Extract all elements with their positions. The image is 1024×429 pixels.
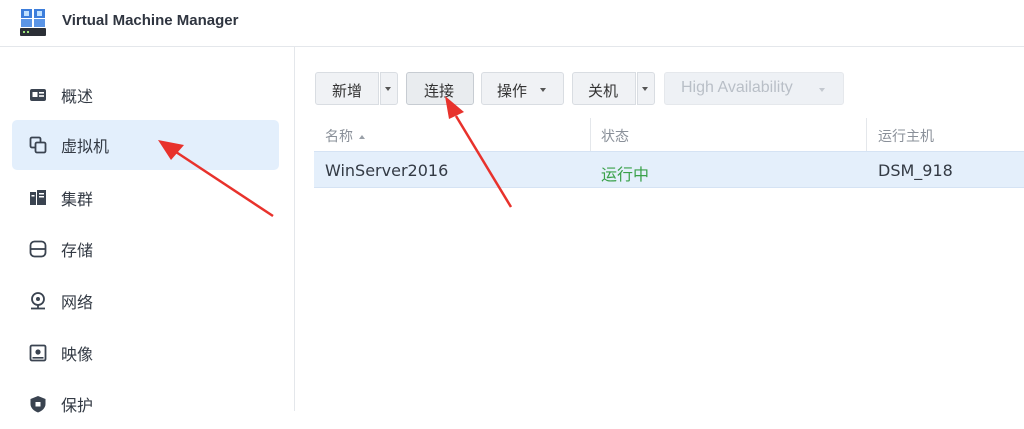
overview-icon bbox=[30, 89, 46, 101]
table-row[interactable]: WinServer2016 运行中 DSM_918 bbox=[314, 151, 1024, 188]
vm-host-cell: DSM_918 bbox=[878, 161, 953, 180]
column-header-label: 状态 bbox=[601, 129, 629, 145]
sidebar-item-image[interactable]: 映像 bbox=[12, 328, 279, 378]
sidebar-item-protection[interactable]: 保护 bbox=[12, 379, 279, 429]
connect-button[interactable]: 连接 bbox=[406, 72, 474, 105]
column-header-label: 名称 bbox=[325, 129, 353, 145]
column-header-host[interactable]: 运行主机 bbox=[878, 126, 934, 146]
sidebar-item-network[interactable]: 网络 bbox=[12, 276, 279, 326]
connect-button-label: 连接 bbox=[424, 82, 455, 100]
column-header-label: 运行主机 bbox=[878, 129, 934, 145]
sidebar-item-label: 网络 bbox=[61, 293, 94, 312]
sidebar: 概述 虚拟机 集群 存储 网络 映像 保护 bbox=[0, 47, 295, 415]
grid-header: 名称 状态 运行主机 bbox=[314, 118, 1024, 151]
chevron-down-icon bbox=[642, 87, 648, 91]
sidebar-item-virtual-machine[interactable]: 虚拟机 bbox=[12, 120, 279, 170]
cluster-icon bbox=[30, 190, 46, 205]
action-dropdown-button[interactable]: 操作 bbox=[481, 72, 564, 105]
vm-status-cell: 运行中 bbox=[601, 165, 650, 184]
app-title: Virtual Machine Manager bbox=[62, 12, 239, 29]
vm-name-cell: WinServer2016 bbox=[325, 161, 449, 180]
column-divider bbox=[590, 118, 591, 151]
column-divider bbox=[866, 118, 867, 151]
network-icon bbox=[31, 292, 45, 310]
add-button[interactable]: 新增 bbox=[315, 72, 379, 105]
chevron-down-icon bbox=[385, 87, 391, 91]
sort-ascending-icon bbox=[359, 135, 365, 139]
storage-icon bbox=[29, 240, 47, 258]
sidebar-item-label: 映像 bbox=[61, 345, 94, 364]
chevron-down-icon bbox=[540, 88, 546, 92]
sidebar-item-storage[interactable]: 存储 bbox=[12, 224, 279, 274]
sidebar-item-cluster[interactable]: 集群 bbox=[12, 173, 279, 223]
shutdown-button-label: 关机 bbox=[588, 82, 619, 100]
action-button-label: 操作 bbox=[497, 82, 528, 100]
shutdown-button[interactable]: 关机 bbox=[572, 72, 636, 105]
chevron-down-icon bbox=[819, 88, 825, 92]
add-button-label: 新增 bbox=[332, 82, 363, 100]
title-bar: Virtual Machine Manager bbox=[0, 0, 1024, 47]
add-dropdown-button[interactable] bbox=[380, 72, 398, 105]
sidebar-item-label: 存储 bbox=[61, 241, 94, 260]
sidebar-item-label: 虚拟机 bbox=[61, 137, 110, 156]
shutdown-dropdown-button[interactable] bbox=[637, 72, 655, 105]
image-icon bbox=[29, 344, 47, 362]
vmm-app-icon bbox=[20, 9, 46, 36]
sidebar-item-overview[interactable]: 概述 bbox=[12, 70, 279, 120]
column-header-status[interactable]: 状态 bbox=[601, 126, 629, 146]
protection-icon bbox=[30, 396, 46, 413]
sidebar-item-label: 概述 bbox=[61, 87, 94, 106]
column-header-name[interactable]: 名称 bbox=[325, 126, 365, 146]
virtual-machine-icon bbox=[29, 136, 47, 154]
sidebar-item-label: 保护 bbox=[61, 396, 94, 415]
sidebar-item-label: 集群 bbox=[61, 190, 94, 209]
high-availability-label: High Availability bbox=[681, 79, 793, 96]
high-availability-dropdown[interactable]: High Availability bbox=[664, 72, 844, 105]
